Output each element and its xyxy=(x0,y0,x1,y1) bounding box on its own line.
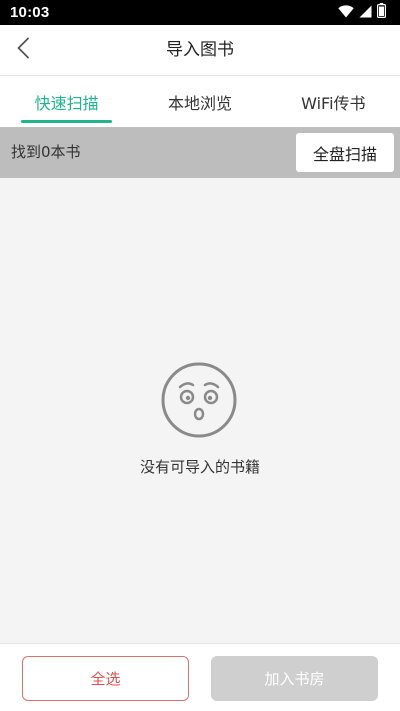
status-icons xyxy=(338,3,387,22)
tab-bar: 快速扫描 本地浏览 WiFi传书 xyxy=(0,76,400,127)
signal-icon xyxy=(359,3,372,22)
battery-icon xyxy=(377,3,387,22)
select-all-button[interactable]: 全选 xyxy=(22,656,189,701)
scan-bar: 找到0本书 全盘扫描 xyxy=(0,127,400,178)
full-scan-button[interactable]: 全盘扫描 xyxy=(296,133,394,172)
back-button[interactable] xyxy=(8,35,38,65)
add-to-shelf-button[interactable]: 加入书房 xyxy=(211,656,378,701)
tab-local-browse[interactable]: 本地浏览 xyxy=(133,76,266,127)
worried-face-icon xyxy=(160,361,238,439)
status-bar: 10:03 xyxy=(0,0,400,25)
status-time: 10:03 xyxy=(10,4,50,21)
page-title: 导入图书 xyxy=(166,40,234,60)
chevron-left-icon xyxy=(16,37,30,63)
tab-quick-scan[interactable]: 快速扫描 xyxy=(0,76,133,127)
app-bar: 导入图书 xyxy=(0,25,400,76)
found-count: 找到0本书 xyxy=(11,143,81,161)
empty-state: 没有可导入的书籍 xyxy=(0,178,400,643)
tab-wifi-transfer[interactable]: WiFi传书 xyxy=(267,76,400,127)
wifi-icon xyxy=(338,3,354,22)
bottom-bar: 全选 加入书房 xyxy=(0,643,400,711)
empty-message: 没有可导入的书籍 xyxy=(139,458,260,476)
